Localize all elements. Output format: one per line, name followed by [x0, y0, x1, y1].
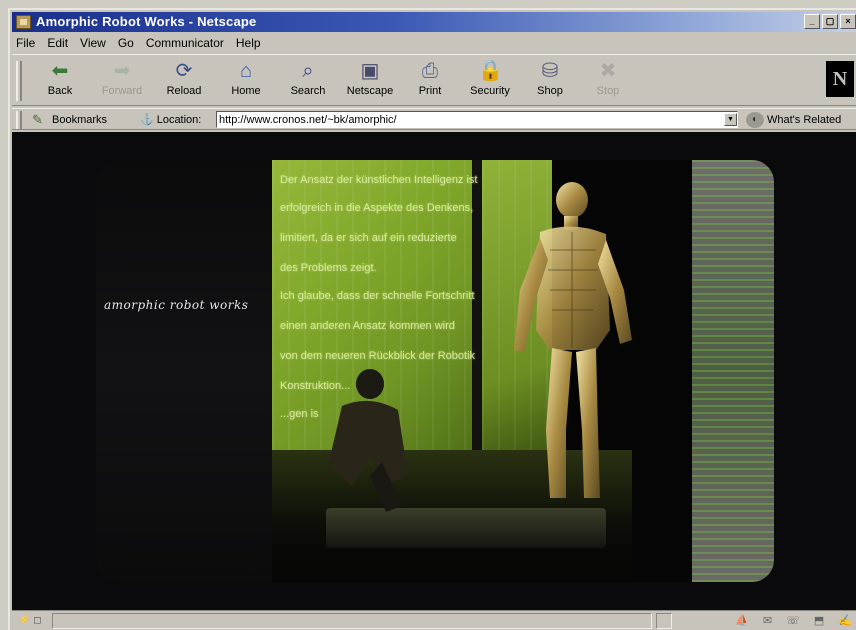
navigation-toolbar: ⬅ Back ➡ Forward ⟳ Reload ⌂ Home ⌕ Searc…	[12, 54, 856, 106]
printer-icon: ⎙	[422, 60, 438, 82]
addressbook-icon[interactable]: ✍	[838, 613, 852, 629]
menu-view[interactable]: View	[80, 34, 106, 52]
forward-arrow-icon: ➡	[113, 60, 131, 82]
shop-icon: ⛁	[541, 60, 559, 82]
newsgroups-icon[interactable]: ☏	[786, 613, 800, 629]
search-icon: ⌕	[302, 60, 314, 82]
toolbar-grip[interactable]	[16, 61, 22, 101]
home-icon: ⌂	[239, 60, 253, 82]
location-toolbar: ✎ Bookmarks ⚓ Location: ▼ ◐ What's Relat…	[12, 108, 856, 130]
progress-indicator	[656, 613, 672, 629]
connection-status-icon: ⚡ ◻	[18, 615, 42, 626]
left-panel: amorphic robot works	[96, 160, 272, 582]
reload-icon: ⟳	[175, 60, 193, 82]
app-icon[interactable]	[16, 15, 31, 29]
home-button[interactable]: ⌂ Home	[216, 59, 276, 103]
netscape-icon: ▣	[360, 60, 380, 82]
bookmark-icon: ✎	[32, 111, 43, 127]
menu-bar: File Edit View Go Communicator Help	[12, 34, 261, 52]
green-text-line: des Problems zeigt.	[280, 262, 377, 274]
bookmarks-button[interactable]: ✎ Bookmarks	[32, 110, 107, 129]
green-text-line: erfolgreich in die Aspekte des Denkens,	[280, 202, 474, 214]
url-history-dropdown[interactable]: ▼	[724, 113, 737, 126]
title-bar[interactable]: Amorphic Robot Works - Netscape _ ▢ ×	[12, 12, 856, 32]
page-proxy-icon[interactable]: ⚓	[140, 113, 154, 126]
whats-related-label: What's Related	[767, 113, 842, 126]
person-silhouette	[328, 369, 408, 512]
menu-edit[interactable]: Edit	[47, 34, 68, 52]
browser-window: Amorphic Robot Works - Netscape _ ▢ × Fi…	[8, 8, 856, 630]
url-input[interactable]	[216, 111, 738, 128]
composer-icon[interactable]: ⬒	[814, 613, 824, 629]
menu-communicator[interactable]: Communicator	[146, 34, 224, 52]
green-text-line: einen anderen Ansatz kommen wird	[280, 320, 455, 332]
menu-go[interactable]: Go	[118, 34, 134, 52]
menu-help[interactable]: Help	[236, 34, 261, 52]
page-content: amorphic robot works Der Ansatz der küns…	[12, 132, 856, 610]
site-frame: amorphic robot works Der Ansatz der küns…	[96, 160, 774, 582]
whats-related-button[interactable]: ◐ What's Related	[746, 110, 841, 129]
back-button[interactable]: ⬅ Back	[30, 59, 90, 103]
menu-file[interactable]: File	[16, 34, 35, 52]
green-text-line: Ich glaube, dass der schnelle Fortschrit…	[280, 290, 475, 302]
minimize-button[interactable]: _	[804, 14, 820, 29]
window-controls: _ ▢ ×	[804, 14, 856, 29]
location-label: Location:	[156, 113, 202, 126]
mail-icon[interactable]: ✉	[763, 613, 772, 629]
green-text-line: von dem neueren Rückblick der Robotik	[280, 350, 476, 362]
forward-button[interactable]: ➡ Forward	[92, 59, 152, 103]
bookmarks-label: Bookmarks	[52, 113, 108, 126]
search-button[interactable]: ⌕ Search	[278, 59, 338, 103]
netscape-logo[interactable]: N	[826, 61, 854, 97]
maximize-button[interactable]: ▢	[822, 14, 838, 29]
robot-figure	[514, 182, 632, 498]
security-button[interactable]: 🔒 Security	[460, 59, 520, 103]
status-bar: ⚡ ◻ ⛵ ✉ ☏ ⬒ ✍	[12, 610, 856, 630]
location-label-group: ⚓ Location:	[140, 110, 201, 129]
window-title: Amorphic Robot Works - Netscape	[36, 14, 257, 29]
site-title[interactable]: amorphic robot works	[104, 298, 248, 312]
component-bar: ⛵ ✉ ☏ ⬒ ✍	[735, 613, 852, 629]
status-message-area	[52, 613, 652, 629]
green-text-line: limitiert, da er sich auf ein reduzierte	[280, 232, 457, 244]
back-arrow-icon: ⬅	[51, 60, 69, 82]
netscape-button[interactable]: ▣ Netscape	[340, 59, 400, 103]
whats-related-icon: ◐	[746, 111, 764, 128]
close-button[interactable]: ×	[840, 14, 856, 29]
green-text-line: Der Ansatz der künstlichen Intelligenz i…	[280, 174, 478, 186]
lock-icon: 🔒	[478, 60, 503, 82]
shop-button[interactable]: ⛁ Shop	[520, 59, 580, 103]
green-text-line: ...gen is	[280, 408, 319, 420]
location-toolbar-grip[interactable]	[16, 111, 22, 129]
print-button[interactable]: ⎙ Print	[400, 59, 460, 103]
stop-button[interactable]: ✖ Stop	[578, 59, 638, 103]
reload-button[interactable]: ⟳ Reload	[154, 59, 214, 103]
stop-icon: ✖	[599, 60, 617, 82]
navigator-icon[interactable]: ⛵	[735, 613, 749, 629]
right-panel	[692, 160, 774, 582]
